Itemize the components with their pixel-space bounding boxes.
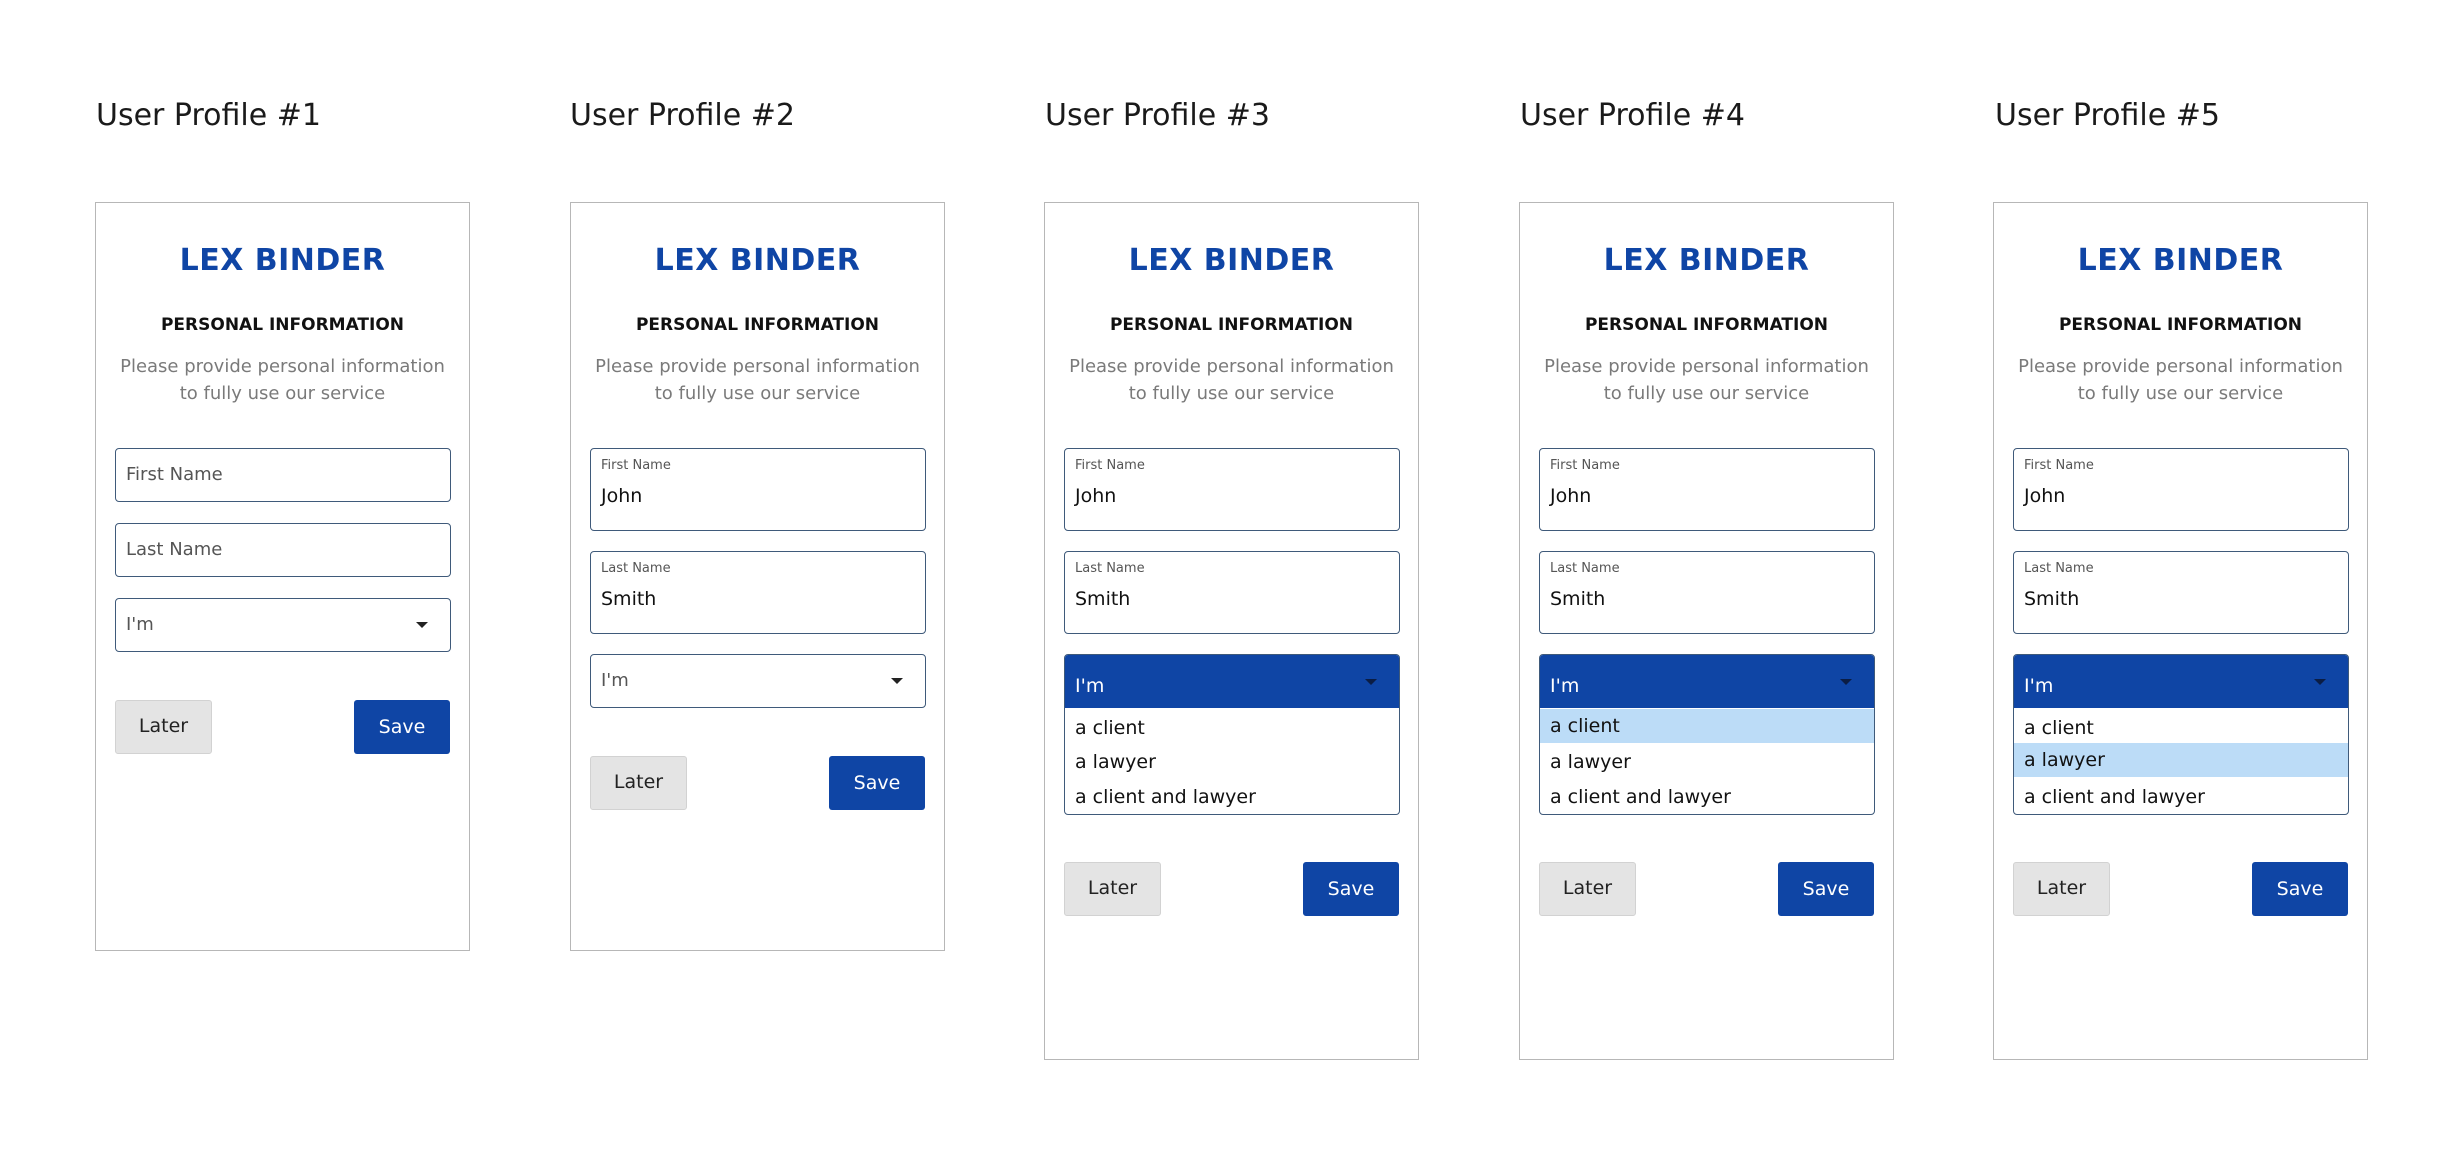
role-placeholder: I'm: [126, 614, 154, 635]
section-title: PERSONAL INFORMATION: [1584, 315, 1829, 335]
role-placeholder: I'm: [1075, 675, 1105, 697]
first-name-value: John: [2024, 485, 2066, 507]
section-title: PERSONAL INFORMATION: [160, 315, 405, 335]
description: Please provide personal information to f…: [1069, 356, 1394, 404]
role-dropdown-open[interactable]: I'm a client a lawyer a client and lawye…: [1539, 654, 1875, 815]
last-name-input[interactable]: Last Name: [115, 523, 451, 577]
role-option-lawyer[interactable]: a lawyer: [1065, 745, 1399, 779]
last-name-input[interactable]: Last Name Smith: [590, 551, 926, 634]
logo: LEX BINDER: [654, 243, 861, 278]
last-name-label: Last Name: [601, 561, 671, 576]
role-placeholder: I'm: [601, 670, 629, 691]
role-select[interactable]: I'm: [2014, 655, 2348, 708]
last-name-input[interactable]: Last Name Smith: [2013, 551, 2349, 634]
role-select[interactable]: I'm: [1540, 655, 1874, 708]
profile-card-3: LEX BINDER PERSONAL INFORMATION Please p…: [1044, 202, 1419, 1060]
last-name-value: Smith: [601, 588, 657, 610]
first-name-input[interactable]: First Name John: [590, 448, 926, 531]
profile-card-1: LEX BINDER PERSONAL INFORMATION Please p…: [95, 202, 470, 951]
last-name-label: Last Name: [1550, 561, 1620, 576]
section-title: PERSONAL INFORMATION: [1109, 315, 1354, 335]
role-option-lawyer[interactable]: a lawyer: [1540, 745, 1874, 779]
later-button[interactable]: Later: [1064, 862, 1161, 916]
save-button[interactable]: Save: [1303, 862, 1399, 916]
profile-card-2: LEX BINDER PERSONAL INFORMATION Please p…: [570, 202, 945, 951]
save-button[interactable]: Save: [1778, 862, 1874, 916]
logo: LEX BINDER: [1128, 243, 1335, 278]
logo: LEX BINDER: [1603, 243, 1810, 278]
caret-down-icon: [1365, 679, 1377, 685]
description: Please provide personal information to f…: [120, 356, 445, 404]
profile-title-4: User Profile #4: [1520, 98, 1745, 133]
role-option-client-and-lawyer[interactable]: a client and lawyer: [1065, 780, 1399, 814]
role-option-client[interactable]: a client: [1065, 711, 1399, 745]
last-name-label: Last Name: [1075, 561, 1145, 576]
first-name-placeholder: First Name: [126, 464, 223, 485]
first-name-input[interactable]: First Name John: [1539, 448, 1875, 531]
first-name-value: John: [1075, 485, 1117, 507]
description: Please provide personal information to f…: [1544, 356, 1869, 404]
later-button[interactable]: Later: [1539, 862, 1636, 916]
profile-card-4: LEX BINDER PERSONAL INFORMATION Please p…: [1519, 202, 1894, 1060]
role-option-client-and-lawyer[interactable]: a client and lawyer: [1540, 780, 1874, 814]
caret-down-icon: [2314, 679, 2326, 685]
logo: LEX BINDER: [179, 243, 386, 278]
last-name-value: Smith: [2024, 588, 2080, 610]
role-option-client[interactable]: a client: [1540, 709, 1874, 743]
role-placeholder: I'm: [2024, 675, 2054, 697]
first-name-input[interactable]: First Name John: [2013, 448, 2349, 531]
caret-down-icon: [1840, 679, 1852, 685]
profile-title-1: User Profile #1: [96, 98, 321, 133]
role-option-client-and-lawyer[interactable]: a client and lawyer: [2014, 780, 2348, 814]
role-placeholder: I'm: [1550, 675, 1580, 697]
description: Please provide personal information to f…: [2018, 356, 2343, 404]
later-button[interactable]: Later: [2013, 862, 2110, 916]
first-name-input[interactable]: First Name: [115, 448, 451, 502]
first-name-input[interactable]: First Name John: [1064, 448, 1400, 531]
last-name-placeholder: Last Name: [126, 539, 223, 560]
role-option-lawyer[interactable]: a lawyer: [2014, 743, 2348, 777]
save-button[interactable]: Save: [354, 700, 450, 754]
role-select[interactable]: I'm: [1065, 655, 1399, 708]
profile-title-5: User Profile #5: [1995, 98, 2220, 133]
logo: LEX BINDER: [2077, 243, 2284, 278]
first-name-label: First Name: [1075, 458, 1145, 473]
role-dropdown-open[interactable]: I'm a client a lawyer a client and lawye…: [2013, 654, 2349, 815]
last-name-input[interactable]: Last Name Smith: [1539, 551, 1875, 634]
save-button[interactable]: Save: [2252, 862, 2348, 916]
role-select[interactable]: I'm: [115, 598, 451, 652]
first-name-label: First Name: [2024, 458, 2094, 473]
role-option-client[interactable]: a client: [2014, 711, 2348, 745]
first-name-value: John: [601, 485, 643, 507]
role-select[interactable]: I'm: [590, 654, 926, 708]
last-name-value: Smith: [1075, 588, 1131, 610]
later-button[interactable]: Later: [115, 700, 212, 754]
first-name-value: John: [1550, 485, 1592, 507]
first-name-label: First Name: [601, 458, 671, 473]
section-title: PERSONAL INFORMATION: [2058, 315, 2303, 335]
profile-title-3: User Profile #3: [1045, 98, 1270, 133]
later-button[interactable]: Later: [590, 756, 687, 810]
description: Please provide personal information to f…: [595, 356, 920, 404]
profile-title-2: User Profile #2: [570, 98, 795, 133]
section-title: PERSONAL INFORMATION: [635, 315, 880, 335]
last-name-value: Smith: [1550, 588, 1606, 610]
profile-card-5: LEX BINDER PERSONAL INFORMATION Please p…: [1993, 202, 2368, 1060]
last-name-input[interactable]: Last Name Smith: [1064, 551, 1400, 634]
save-button[interactable]: Save: [829, 756, 925, 810]
caret-down-icon: [891, 678, 903, 684]
first-name-label: First Name: [1550, 458, 1620, 473]
caret-down-icon: [416, 622, 428, 628]
last-name-label: Last Name: [2024, 561, 2094, 576]
role-dropdown-open[interactable]: I'm a client a lawyer a client and lawye…: [1064, 654, 1400, 815]
